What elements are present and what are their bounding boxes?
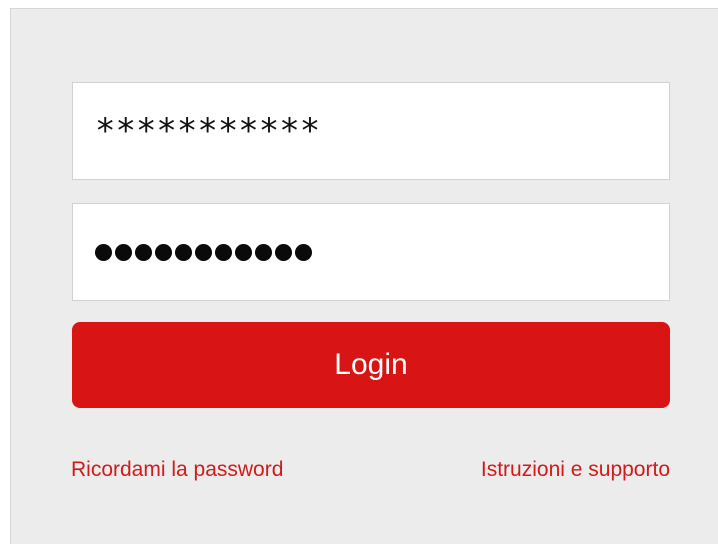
support-link[interactable]: Istruzioni e supporto [481, 458, 670, 482]
password-dot-1 [95, 243, 112, 261]
password-mask [95, 243, 312, 261]
login-button[interactable]: Login [72, 322, 670, 408]
password-dot-4 [155, 243, 172, 261]
password-dot-10 [275, 243, 292, 261]
password-dot-2 [115, 243, 132, 261]
login-button-label: Login [334, 348, 408, 381]
password-dot-11 [295, 243, 312, 261]
password-field[interactable] [72, 203, 670, 301]
username-value: *********** [95, 111, 321, 151]
password-dot-3 [135, 243, 152, 261]
password-dot-6 [195, 243, 212, 261]
remember-password-link[interactable]: Ricordami la password [71, 458, 283, 482]
password-dot-9 [255, 243, 272, 261]
password-dot-5 [175, 243, 192, 261]
username-field[interactable]: *********** [72, 82, 670, 180]
password-dot-7 [215, 243, 232, 261]
password-dot-8 [235, 243, 252, 261]
login-panel: *********** Login Ricordami la password … [10, 8, 718, 544]
